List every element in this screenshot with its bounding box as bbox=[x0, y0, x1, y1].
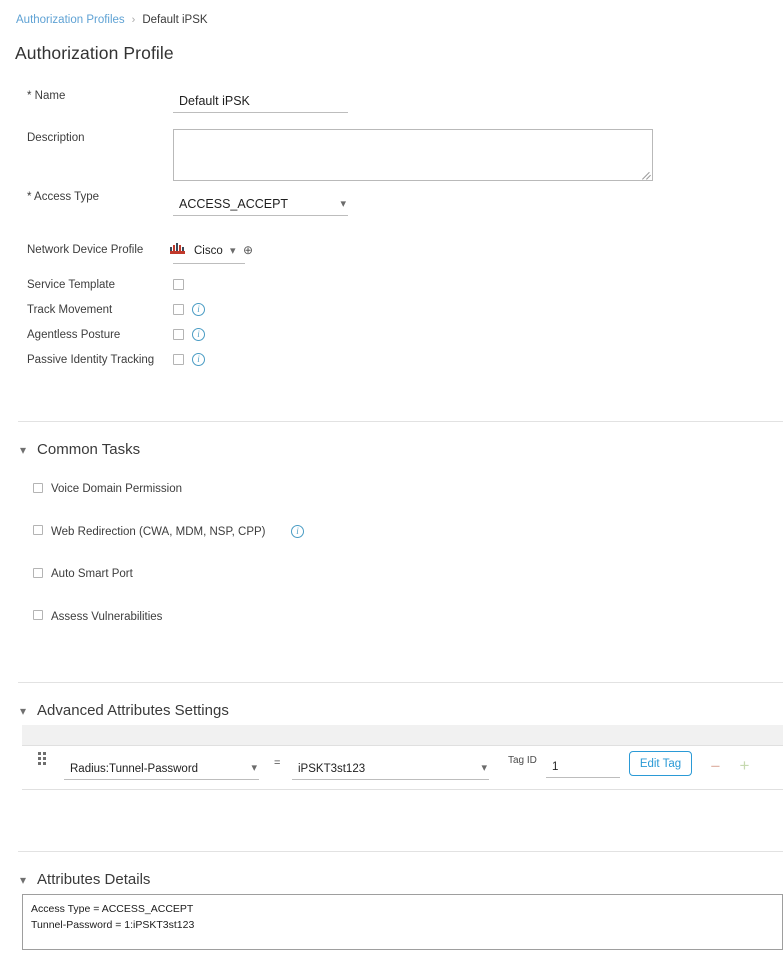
track-movement-info-icon[interactable]: i bbox=[192, 303, 205, 316]
chevron-down-icon: ▾ bbox=[340, 198, 346, 210]
web-redirection-checkbox[interactable] bbox=[33, 525, 43, 535]
attribute-value: iPSKT3st123 bbox=[298, 763, 366, 775]
common-tasks-title: Common Tasks bbox=[37, 441, 141, 458]
assess-vulnerabilities-label: Assess Vulnerabilities bbox=[51, 611, 163, 623]
access-type-select[interactable]: ACCESS_ACCEPT ▾ bbox=[173, 196, 348, 216]
equals-sign: = bbox=[274, 757, 281, 769]
remove-attribute-button[interactable]: − bbox=[707, 758, 724, 775]
chevron-down-icon: ▾ bbox=[20, 703, 27, 718]
attributes-details-title: Attributes Details bbox=[37, 871, 151, 888]
network-device-profile-underline bbox=[173, 263, 245, 264]
chevron-down-icon: ▾ bbox=[20, 872, 27, 887]
attributes-details-box: Access Type = ACCESS_ACCEPT Tunnel-Passw… bbox=[22, 894, 783, 950]
service-template-checkbox[interactable] bbox=[173, 279, 184, 290]
cisco-logo-icon bbox=[170, 243, 185, 254]
advanced-attributes-section-header[interactable]: ▾ Advanced Attributes Settings bbox=[20, 702, 229, 719]
advanced-attributes-table-header bbox=[22, 725, 783, 745]
tag-id-label: Tag ID bbox=[508, 755, 537, 766]
auto-smart-port-label: Auto Smart Port bbox=[51, 568, 133, 580]
attributes-details-line: Access Type = ACCESS_ACCEPT bbox=[31, 903, 194, 915]
network-device-profile-label: Network Device Profile bbox=[27, 244, 144, 256]
voice-domain-permission-label: Voice Domain Permission bbox=[51, 483, 183, 495]
advanced-attributes-header-rule bbox=[22, 745, 783, 746]
chevron-down-icon: ▾ bbox=[20, 442, 27, 457]
attribute-value-select[interactable]: iPSKT3st123 ▾ bbox=[292, 758, 489, 780]
authorization-profile-page: Authorization Profiles › Default iPSK Au… bbox=[0, 0, 783, 974]
add-attribute-button[interactable]: + bbox=[736, 757, 753, 774]
common-tasks-section-header[interactable]: ▾ Common Tasks bbox=[20, 441, 140, 458]
agentless-posture-label: Agentless Posture bbox=[27, 329, 121, 341]
breadcrumb: Authorization Profiles › Default iPSK bbox=[16, 14, 208, 26]
divider-common-tasks bbox=[18, 421, 783, 422]
divider-attributes-details bbox=[18, 851, 783, 852]
assess-vulnerabilities-checkbox[interactable] bbox=[33, 610, 43, 620]
attribute-name-select[interactable]: Radius:Tunnel-Password ▾ bbox=[64, 758, 259, 780]
advanced-attributes-row-rule bbox=[22, 789, 783, 790]
divider-advanced-attributes bbox=[18, 682, 783, 683]
name-input[interactable] bbox=[173, 94, 348, 113]
track-movement-checkbox[interactable] bbox=[173, 304, 184, 315]
agentless-posture-info-icon[interactable]: i bbox=[192, 328, 205, 341]
page-title: Authorization Profile bbox=[15, 43, 174, 63]
voice-domain-permission-checkbox[interactable] bbox=[33, 483, 43, 493]
attributes-details-section-header[interactable]: ▾ Attributes Details bbox=[20, 871, 150, 888]
passive-identity-tracking-checkbox[interactable] bbox=[173, 354, 184, 365]
network-device-profile-value: Cisco bbox=[194, 245, 223, 257]
track-movement-label: Track Movement bbox=[27, 304, 113, 316]
passive-identity-tracking-label: Passive Identity Tracking bbox=[27, 354, 155, 366]
advanced-attributes-title: Advanced Attributes Settings bbox=[37, 702, 229, 719]
network-device-profile-chevron-down-icon[interactable]: ▾ bbox=[230, 244, 236, 257]
description-textarea[interactable] bbox=[173, 129, 653, 181]
attributes-details-line: Tunnel-Password = 1:iPSKT3st123 bbox=[31, 919, 195, 931]
description-label: Description bbox=[27, 132, 85, 144]
tag-id-input[interactable] bbox=[546, 761, 620, 778]
chevron-down-icon: ▾ bbox=[251, 762, 257, 774]
drag-handle-icon[interactable] bbox=[38, 752, 49, 766]
breadcrumb-separator-icon: › bbox=[131, 14, 136, 26]
attribute-name-value: Radius:Tunnel-Password bbox=[70, 763, 199, 775]
agentless-posture-checkbox[interactable] bbox=[173, 329, 184, 340]
auto-smart-port-checkbox[interactable] bbox=[33, 568, 43, 578]
name-label: * Name bbox=[27, 90, 66, 102]
service-template-label: Service Template bbox=[27, 279, 115, 291]
web-redirection-info-icon[interactable]: i bbox=[291, 525, 304, 538]
add-network-device-profile-icon[interactable]: ⊕ bbox=[243, 243, 253, 257]
web-redirection-label: Web Redirection (CWA, MDM, NSP, CPP) bbox=[51, 526, 266, 538]
access-type-label: * Access Type bbox=[27, 191, 100, 203]
chevron-down-icon: ▾ bbox=[481, 762, 487, 774]
breadcrumb-link-authorization-profiles[interactable]: Authorization Profiles bbox=[16, 14, 125, 26]
passive-identity-tracking-info-icon[interactable]: i bbox=[192, 353, 205, 366]
breadcrumb-current: Default iPSK bbox=[142, 14, 208, 26]
edit-tag-button[interactable]: Edit Tag bbox=[629, 751, 692, 776]
access-type-value: ACCESS_ACCEPT bbox=[179, 197, 289, 211]
